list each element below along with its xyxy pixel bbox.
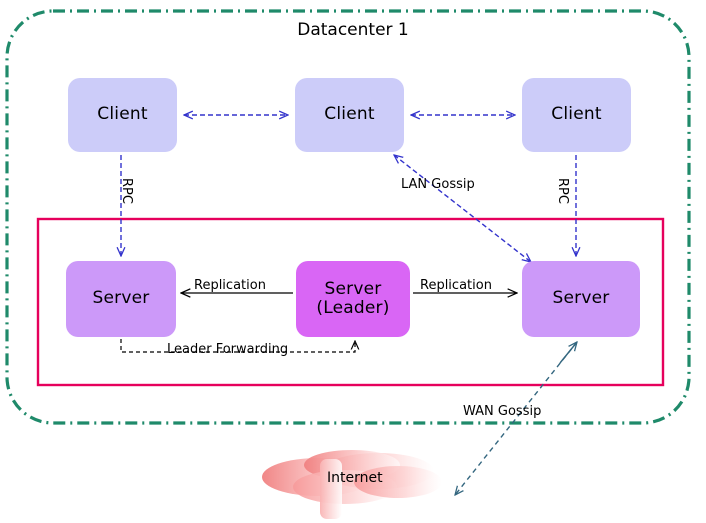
edge-label-leader-forwarding: Leader Forwarding: [167, 342, 289, 357]
node-server-right[interactable]: Server: [522, 261, 640, 337]
node-client-left[interactable]: Client: [68, 78, 177, 152]
node-client-right-label: Client: [551, 104, 602, 125]
node-client-middle-label: Client: [324, 104, 375, 125]
node-server-left-label: Server: [92, 288, 150, 309]
node-client-right[interactable]: Client: [522, 78, 631, 152]
edge-label-rpc-left: RPC: [119, 178, 134, 204]
page-title: Datacenter 1: [297, 20, 409, 40]
node-server-right-label: Server: [552, 288, 610, 309]
edge-label-lan-gossip: LAN Gossip: [401, 177, 475, 192]
node-server-leader-label: Server (Leader): [316, 278, 390, 318]
connector-lan-gossip: [394, 155, 531, 262]
node-server-left[interactable]: Server: [66, 261, 176, 337]
node-client-middle[interactable]: Client: [295, 78, 404, 152]
node-server-leader[interactable]: Server (Leader): [296, 261, 410, 337]
connector-wan-gossip-head-a: [559, 342, 577, 364]
edge-label-replication-right: Replication: [420, 278, 492, 293]
node-client-left-label: Client: [97, 104, 148, 125]
edge-label-replication-left: Replication: [194, 278, 266, 293]
edge-label-rpc-right: RPC: [555, 178, 570, 204]
diagram-canvas: Datacenter 1 Client Client Client Server…: [0, 0, 706, 523]
datacenter-boundary: [5, 9, 691, 425]
edge-label-wan-gossip: WAN Gossip: [463, 404, 542, 419]
internet-cloud-label: Internet: [327, 470, 383, 486]
